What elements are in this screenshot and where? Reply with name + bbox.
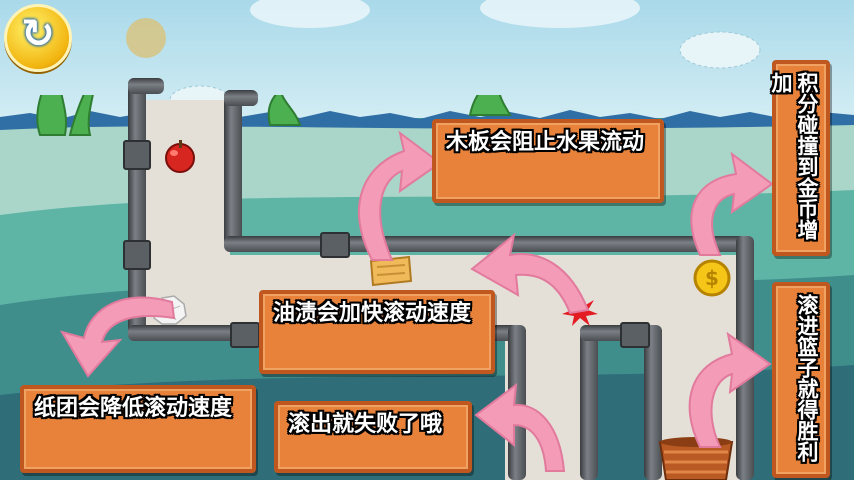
svg-text:$: $ xyxy=(705,266,719,290)
pipe xyxy=(224,90,242,250)
pipe xyxy=(128,78,164,94)
arrow-to-fall-tip xyxy=(474,382,566,472)
tip-oil: 油渍会加快滚动速度 xyxy=(259,290,495,374)
tip-coin: 积分碰撞到金币增加 xyxy=(769,60,830,256)
tip-paper: 纸团会降低滚动速度 xyxy=(20,385,256,473)
game-scene: $ 木板会阻止水果流动 积分碰撞到金币增加 油渍会加快滚动速度 纸团会降低滚动速… xyxy=(0,0,854,480)
arrow-to-basket-tip xyxy=(688,331,772,448)
restart-icon: ↻ xyxy=(21,11,55,57)
arrow-to-paper-tip xyxy=(59,296,176,378)
tip-fall: 滚出就失败了哦 xyxy=(274,401,472,473)
pipe-joint xyxy=(620,322,650,348)
pipe-joint xyxy=(123,240,151,270)
apple-icon xyxy=(165,140,195,173)
arrow-to-coin-tip xyxy=(690,151,774,256)
sun-icon xyxy=(126,18,166,58)
coin-icon: $ xyxy=(693,259,731,297)
pipe xyxy=(224,90,258,106)
pipe-joint xyxy=(123,140,151,170)
arrow-to-board-tip xyxy=(357,130,442,261)
tip-basket: 滚进篮子就得胜利 xyxy=(772,282,830,478)
pipe-joint xyxy=(230,322,260,348)
tip-board: 木板会阻止水果流动 xyxy=(432,119,664,203)
pipe xyxy=(580,325,598,480)
restart-button[interactable]: ↻ xyxy=(4,4,72,72)
